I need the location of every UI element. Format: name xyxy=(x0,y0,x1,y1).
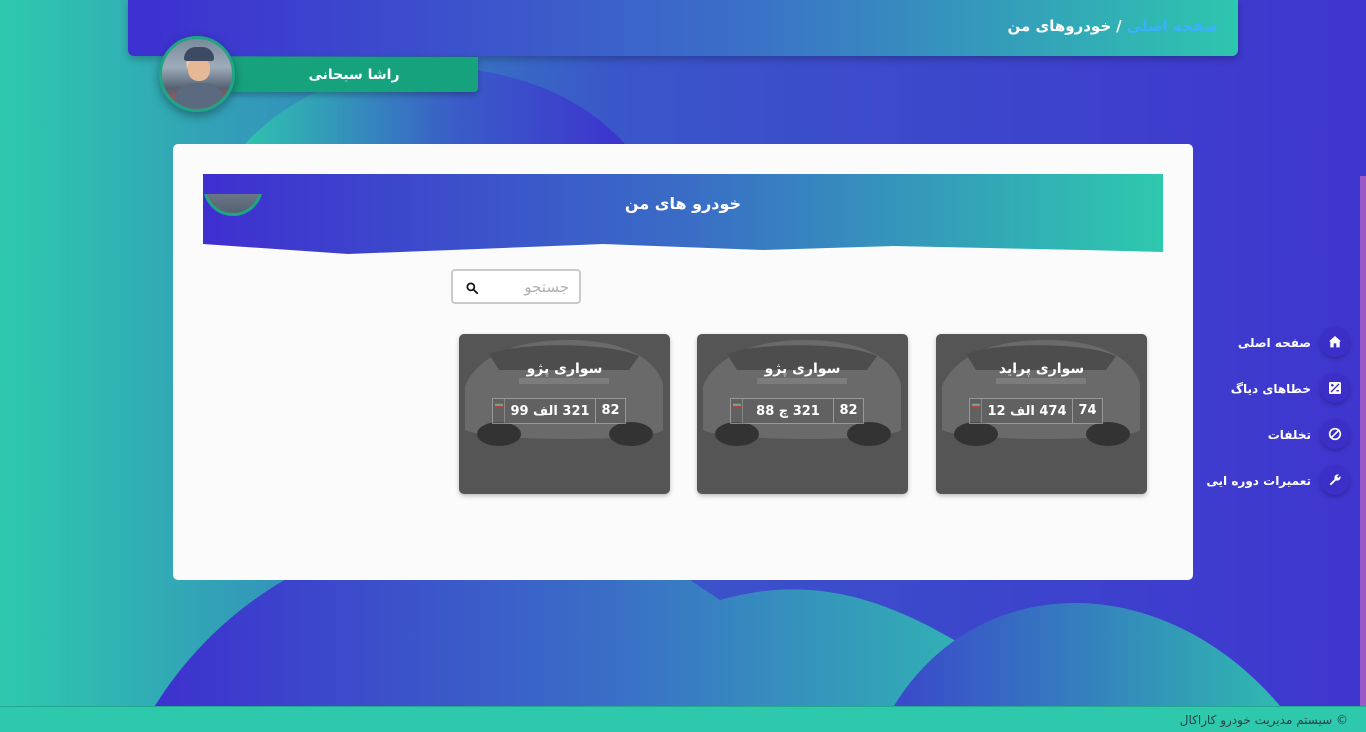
plate-number: 321 الف 99 xyxy=(510,403,590,419)
plate-flag-icon xyxy=(970,399,982,423)
search-box xyxy=(451,269,581,304)
side-nav: صفحه اصلی خطاهای دیاگ تخلفات تعمیرات دور… xyxy=(1206,327,1350,511)
main-card: خودرو های من سواری پراید 474 الف 12 74 xyxy=(173,144,1193,580)
plate-flag-icon xyxy=(731,399,743,423)
plate-region-code: 82 xyxy=(833,399,863,423)
breadcrumb-current: خودروهای من xyxy=(1007,17,1112,35)
car-tile[interactable]: سواری پژو 321 الف 99 82 xyxy=(459,334,670,494)
license-plate: 321 چ 88 82 xyxy=(730,398,864,424)
user-name: راشا سبحانی xyxy=(308,66,400,83)
breadcrumb-separator: / xyxy=(1116,17,1122,35)
scrollbar[interactable] xyxy=(1360,176,1366,706)
nav-item-home[interactable]: صفحه اصلی xyxy=(1206,327,1350,357)
search-input[interactable] xyxy=(489,277,569,296)
nav-item-periodic-repairs[interactable]: تعمیرات دوره ایی xyxy=(1206,465,1350,495)
plate-number: 474 الف 12 xyxy=(987,403,1067,419)
footer-copyright: © سیستم مدیریت خودرو کاراکال xyxy=(1179,712,1348,727)
diagnostic-icon xyxy=(1320,373,1350,403)
nav-item-label: خطاهای دیاگ xyxy=(1230,382,1311,396)
car-title: سواری پراید xyxy=(998,361,1085,377)
license-plate: 321 الف 99 82 xyxy=(492,398,626,424)
search-icon[interactable] xyxy=(465,281,479,295)
breadcrumb-home-link[interactable]: صفحه اصلی xyxy=(1127,17,1218,35)
card-title: خودرو های من xyxy=(624,194,742,213)
home-icon xyxy=(1320,327,1350,357)
car-tile[interactable]: سواری پژو 321 چ 88 82 xyxy=(697,334,908,494)
car-title: سواری پژو xyxy=(764,361,841,377)
plate-number: 321 چ 88 xyxy=(756,403,820,419)
car-title: سواری پژو xyxy=(526,361,603,377)
avatar[interactable] xyxy=(159,36,235,112)
card-header-background xyxy=(203,174,1163,254)
license-plate: 474 الف 12 74 xyxy=(969,398,1103,424)
top-bar: صفحه اصلی /خودروهای من xyxy=(128,0,1238,56)
avatar-body-shape xyxy=(174,83,224,109)
plate-region-code: 82 xyxy=(595,399,625,423)
plate-flag-icon xyxy=(493,399,505,423)
block-icon xyxy=(1320,419,1350,449)
card-header: خودرو های من xyxy=(203,174,1163,254)
footer: © سیستم مدیریت خودرو کاراکال xyxy=(0,706,1366,732)
mini-avatar-fragment xyxy=(203,194,263,218)
user-tag: راشا سبحانی xyxy=(230,57,478,92)
nav-item-label: صفحه اصلی xyxy=(1237,336,1311,350)
nav-item-violations[interactable]: تخلفات xyxy=(1206,419,1350,449)
car-tile[interactable]: سواری پراید 474 الف 12 74 xyxy=(936,334,1147,494)
nav-item-label: تخلفات xyxy=(1267,428,1311,442)
avatar-cap-shape xyxy=(184,47,214,61)
nav-item-label: تعمیرات دوره ایی xyxy=(1206,474,1311,488)
nav-item-diagnostics[interactable]: خطاهای دیاگ xyxy=(1206,373,1350,403)
wrench-icon xyxy=(1320,465,1350,495)
car-list: سواری پراید 474 الف 12 74 سواری پژو 321 … xyxy=(173,334,1193,494)
breadcrumb: صفحه اصلی /خودروهای من xyxy=(1007,17,1218,35)
plate-region-code: 74 xyxy=(1072,399,1102,423)
